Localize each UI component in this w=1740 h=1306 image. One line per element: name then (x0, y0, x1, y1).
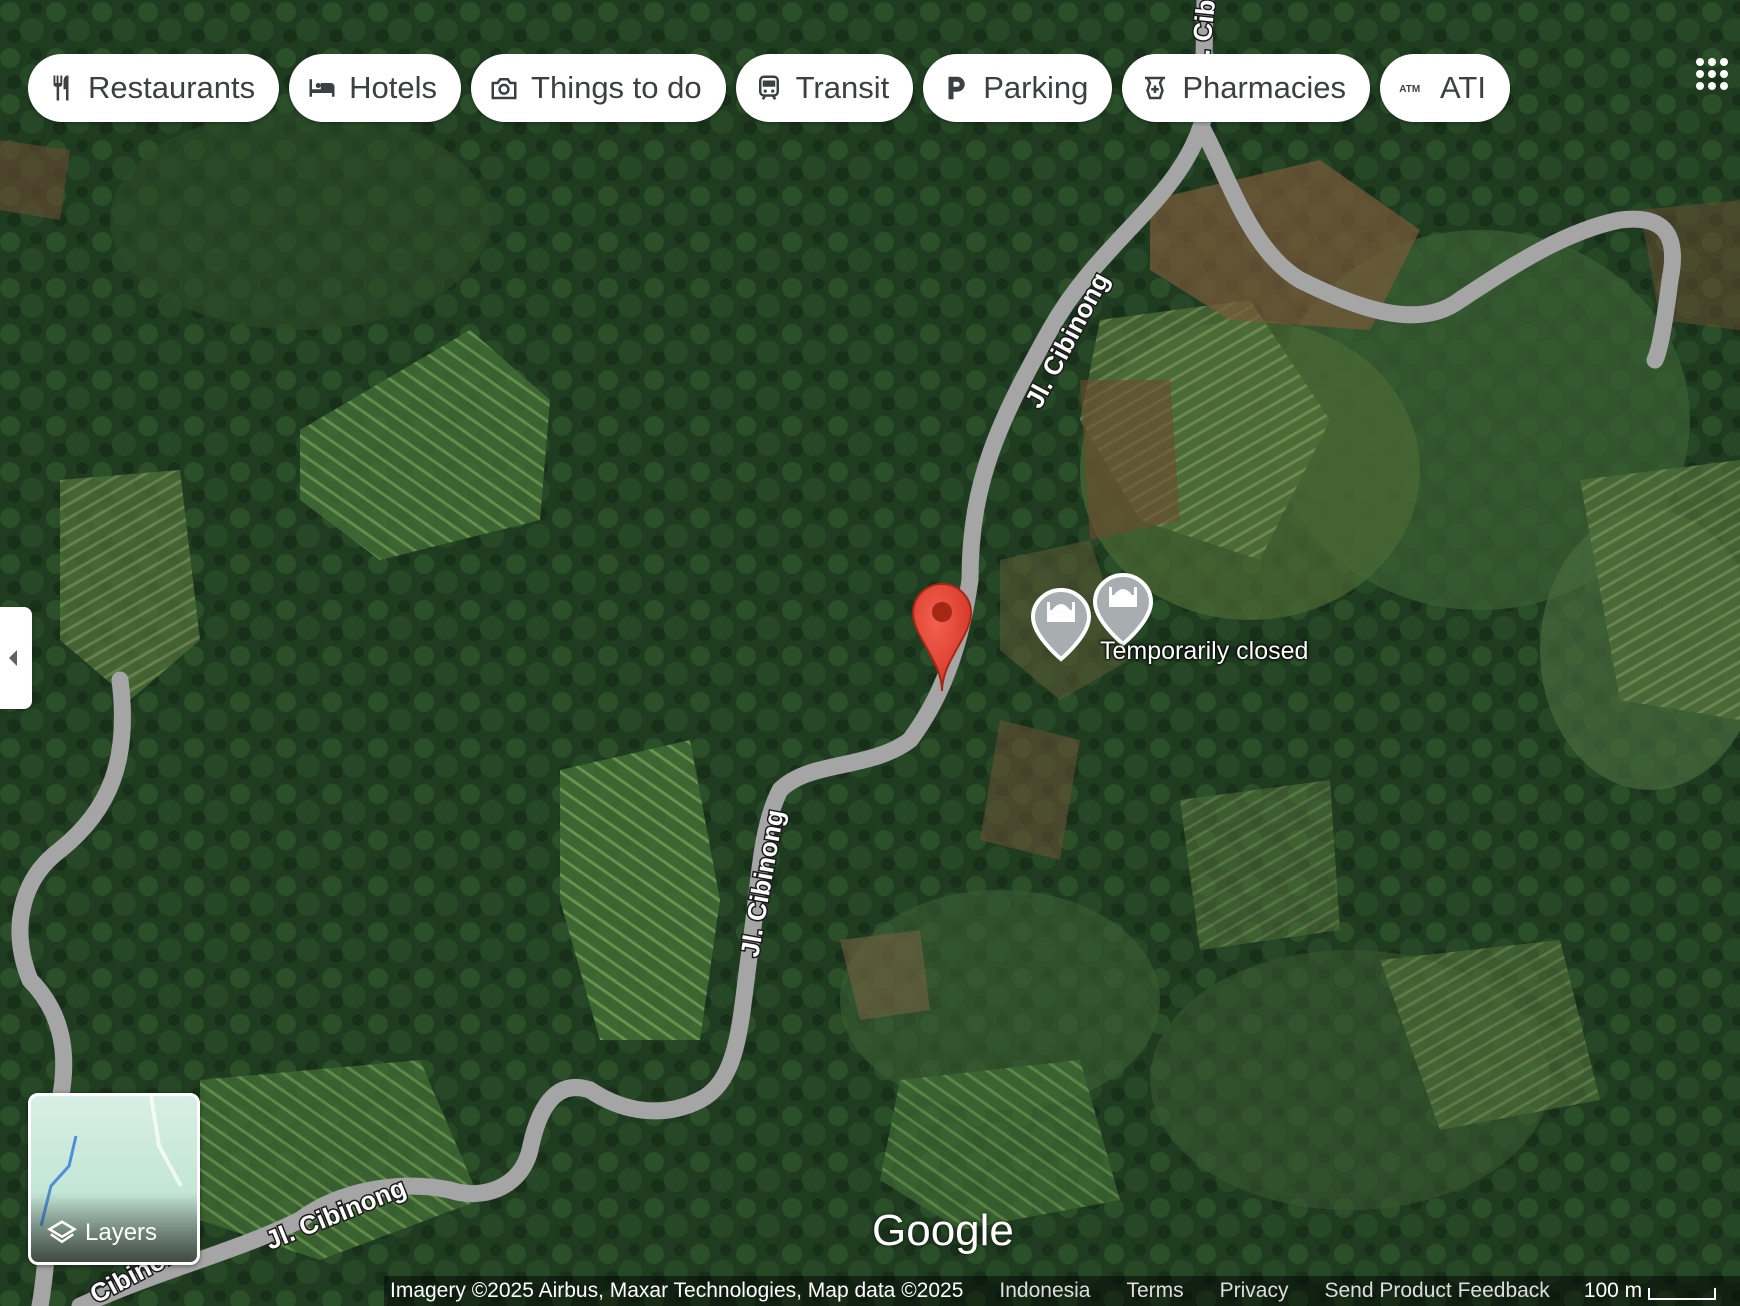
chip-pharmacies[interactable]: Pharmacies (1122, 54, 1371, 122)
chip-label: Hotels (349, 70, 438, 105)
chip-label: Things to do (531, 70, 702, 105)
layers-button[interactable]: Layers (28, 1093, 200, 1265)
train-icon (758, 75, 779, 100)
pharmacy-icon (1145, 76, 1166, 100)
privacy-link[interactable]: Privacy (1220, 1279, 1289, 1303)
chip-hotels[interactable]: Hotels (289, 54, 462, 122)
category-chip-bar: Restaurants Hotels Things to do Transit … (28, 54, 1586, 126)
scale-control[interactable]: 100 m (1583, 1279, 1717, 1303)
parking-icon (948, 76, 965, 100)
chip-label: ATI (1440, 70, 1486, 105)
chip-things-to-do[interactable]: Things to do (471, 54, 726, 122)
map-footer: Imagery ©2025 Airbus, Maxar Technologies… (384, 1276, 1740, 1306)
country-link[interactable]: Indonesia (999, 1279, 1090, 1303)
camera-icon (491, 78, 517, 100)
scale-label: 100 m (1583, 1279, 1643, 1302)
chip-label: Restaurants (88, 70, 256, 105)
terms-link[interactable]: Terms (1126, 1279, 1183, 1303)
atm-icon: ATM (1399, 84, 1420, 95)
feedback-link[interactable]: Send Product Feedback (1325, 1279, 1550, 1303)
layers-label: Layers (85, 1219, 158, 1246)
side-panel-toggle[interactable] (0, 607, 32, 709)
fork-knife-icon (53, 75, 69, 101)
scale-bar (1648, 1288, 1717, 1300)
layers-icon (47, 1220, 77, 1244)
chevron-left-icon (9, 650, 17, 666)
apps-grid-icon[interactable] (1696, 58, 1736, 98)
google-logo: Google (872, 1206, 1014, 1255)
chip-label: Parking (983, 70, 1089, 105)
chip-label: Pharmacies (1182, 70, 1347, 105)
chip-parking[interactable]: Parking (923, 54, 1113, 122)
satellite-map[interactable]: Jl. Cibinong Jl. Cibinong Jl. Cibinong J… (0, 0, 1740, 1306)
bed-icon (309, 79, 335, 97)
chip-atms[interactable]: ATM ATI (1380, 54, 1510, 122)
chip-label: Transit (795, 70, 890, 105)
chip-transit[interactable]: Transit (735, 54, 914, 122)
attribution-text: Imagery ©2025 Airbus, Maxar Technologies… (390, 1279, 964, 1302)
chip-restaurants[interactable]: Restaurants (28, 54, 280, 122)
poi-status-label: Temporarily closed (1100, 637, 1309, 665)
svg-text:ATM: ATM (1399, 84, 1420, 95)
